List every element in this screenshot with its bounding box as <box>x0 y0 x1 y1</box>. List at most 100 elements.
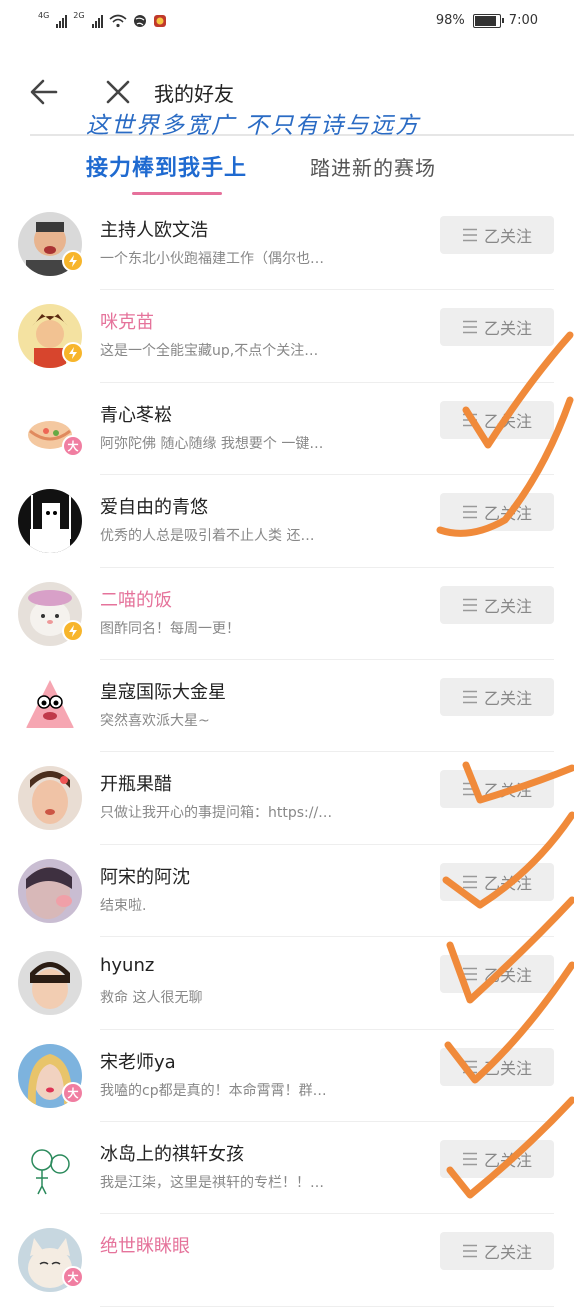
back-button[interactable] <box>26 74 62 110</box>
followed-button[interactable]: 乙关注 <box>440 216 554 254</box>
follow-menu-icon <box>462 598 477 611</box>
big-member-badge: 大 <box>62 1081 84 1104</box>
friend-row[interactable]: hyunz 救命 这人很无聊 乙关注 <box>0 937 574 1030</box>
followed-button[interactable]: 乙关注 <box>440 308 554 347</box>
arrow-left-icon <box>30 79 58 105</box>
follow-menu-icon <box>462 875 477 889</box>
friend-description: 突然喜欢派大星~ <box>100 712 210 729</box>
follow-button-label: 乙关注 <box>483 596 532 616</box>
follow-button-label: 乙关注 <box>483 688 532 708</box>
follow-menu-icon <box>462 690 477 704</box>
friend-description: 只做让我开心的事提问箱：https://… <box>100 805 333 822</box>
follow-button-label: 乙关注 <box>483 411 532 431</box>
status-right: 98% 7:00 <box>436 13 538 28</box>
followed-button[interactable]: 乙关注 <box>440 1047 554 1086</box>
overlay-lyric-line-3: 踏进新的赛场 <box>310 156 436 180</box>
network-4g-label: 4G <box>38 10 50 20</box>
friend-name[interactable]: 主持人欧文浩 <box>100 216 208 242</box>
friend-description: 图酢同名！每周一更！ <box>100 620 240 637</box>
avatar[interactable] <box>18 1135 82 1200</box>
follow-menu-icon <box>462 967 477 981</box>
friend-row[interactable]: 主持人欧文浩 一个东北小伙跑福建工作（偶尔也… 乙关注 <box>0 198 574 291</box>
network-2g-label: 2G <box>73 10 85 20</box>
followed-button[interactable]: 乙关注 <box>440 770 554 809</box>
follow-button-label: 乙关注 <box>483 1150 532 1170</box>
friend-row[interactable]: 二喵的饭图酢同名！每周一更！ 乙关注 <box>0 568 574 661</box>
friend-name[interactable]: 咪克苗 <box>100 308 154 334</box>
followed-button[interactable]: 乙关注 <box>440 1232 554 1271</box>
signal-indicators: 4G 2G <box>38 10 167 28</box>
friend-name[interactable]: 爱自由的青悠 <box>100 493 208 519</box>
friend-description: 我是江柒，这里是祺轩的专栏！！… <box>100 1174 324 1191</box>
signal-strength-icon <box>91 14 103 28</box>
friend-row[interactable]: 大青心苳崧阿弥陀佛 随心随缘 我想要个 一键… 乙关注 <box>0 383 574 476</box>
friend-name[interactable]: 青心苳崧 <box>100 401 172 427</box>
globe-icon <box>133 15 146 27</box>
followed-button[interactable]: 乙关注 <box>440 955 554 994</box>
follow-button-label: 乙关注 <box>483 966 532 986</box>
avatar[interactable] <box>18 766 82 831</box>
follow-button-label: 乙关注 <box>483 1058 532 1078</box>
friend-name[interactable]: 冰岛上的祺轩女孩 <box>100 1140 244 1166</box>
signal-strength-icon <box>56 14 68 28</box>
friend-description: 救命 这人很无聊 <box>100 990 203 1007</box>
close-icon <box>106 80 130 104</box>
friend-name[interactable]: 宋老师ya <box>100 1048 176 1074</box>
friend-name[interactable]: hyunz <box>100 955 154 976</box>
lightning-badge-icon <box>62 250 84 272</box>
follow-menu-icon <box>462 1060 477 1073</box>
close-button[interactable] <box>100 74 136 110</box>
follow-menu-icon <box>462 1152 477 1166</box>
follow-button-label: 乙关注 <box>483 319 532 339</box>
follow-button-label: 乙关注 <box>483 504 532 524</box>
page-title: 我的好友 <box>154 82 234 106</box>
follow-menu-icon <box>462 228 477 242</box>
lightning-badge-icon <box>62 342 84 365</box>
header: 我的好友 这世界多宽广 不只有诗与远方 接力棒到我手上 踏进新的赛场 <box>0 46 574 195</box>
avatar[interactable] <box>18 489 82 554</box>
wifi-icon <box>109 14 127 28</box>
friend-row[interactable]: 爱自由的青悠优秀的人总是吸引着不止人类 还… 乙关注 <box>0 475 574 568</box>
friend-row[interactable]: 冰岛上的祺轩女孩我是江柒，这里是祺轩的专栏！！… 乙关注 <box>0 1122 574 1215</box>
app-notification-icon <box>153 15 166 27</box>
friend-description: 阿弥陀佛 随心随缘 我想要个 一键… <box>100 435 324 452</box>
battery-percentage: 98% <box>435 13 465 28</box>
friend-description: 我嗑的cp都是真的！本命霄霄！群… <box>100 1082 327 1099</box>
followed-button[interactable]: 乙关注 <box>440 677 554 716</box>
friend-description: 这是一个全能宝藏up,不点个关注… <box>100 343 319 360</box>
friend-row[interactable]: 开瓶果醋只做让我开心的事提问箱：https://… 乙关注 <box>0 752 574 846</box>
friend-name[interactable]: 皇寇国际大金星 <box>100 678 226 704</box>
friend-name[interactable]: 开瓶果醋 <box>100 770 172 796</box>
followed-button[interactable]: 乙关注 <box>440 585 554 624</box>
friend-row[interactable]: 大宋老师ya 我嗑的cp都是真的！本命霄霄！群… 乙关注 <box>0 1030 574 1123</box>
avatar[interactable] <box>18 673 82 738</box>
friend-row[interactable]: 大绝世眯眯眼 乙关注 <box>0 1214 574 1307</box>
friend-name[interactable]: 阿宋的阿沈 <box>100 863 190 889</box>
big-member-badge: 大 <box>62 434 84 457</box>
follow-menu-icon <box>462 321 477 334</box>
avatar[interactable] <box>18 951 82 1016</box>
follow-button-label: 乙关注 <box>483 1243 532 1263</box>
friend-description: 结束啦. <box>100 897 147 914</box>
friend-row[interactable]: 皇寇国际大金星突然喜欢派大星~ 乙关注 <box>0 660 574 753</box>
lightning-badge-icon <box>62 619 84 642</box>
friend-description: 优秀的人总是吸引着不止人类 还… <box>100 528 315 545</box>
big-member-badge: 大 <box>62 1266 84 1289</box>
battery-icon <box>472 13 504 28</box>
tab-indicator <box>132 192 222 195</box>
friend-row[interactable]: 咪克苗这是一个全能宝藏up,不点个关注… 乙关注 <box>0 290 574 384</box>
followed-button[interactable]: 乙关注 <box>440 493 554 532</box>
overlay-lyric-line-2: 接力棒到我手上 <box>86 155 248 181</box>
friend-name[interactable]: 二喵的饭 <box>100 586 172 612</box>
followed-button[interactable]: 乙关注 <box>440 862 554 901</box>
friend-row[interactable]: 阿宋的阿沈结束啦. 乙关注 <box>0 845 574 938</box>
followed-button[interactable]: 乙关注 <box>440 400 554 439</box>
follow-menu-icon <box>462 1244 477 1258</box>
avatar[interactable] <box>18 858 82 923</box>
status-bar: 4G 2G 98% 7:00 <box>0 0 574 46</box>
friend-name[interactable]: 绝世眯眯眼 <box>100 1232 190 1258</box>
follow-button-label: 乙关注 <box>483 873 532 893</box>
followed-button[interactable]: 乙关注 <box>440 1139 554 1178</box>
clock: 7:00 <box>508 13 538 28</box>
follow-button-label: 乙关注 <box>483 781 532 801</box>
